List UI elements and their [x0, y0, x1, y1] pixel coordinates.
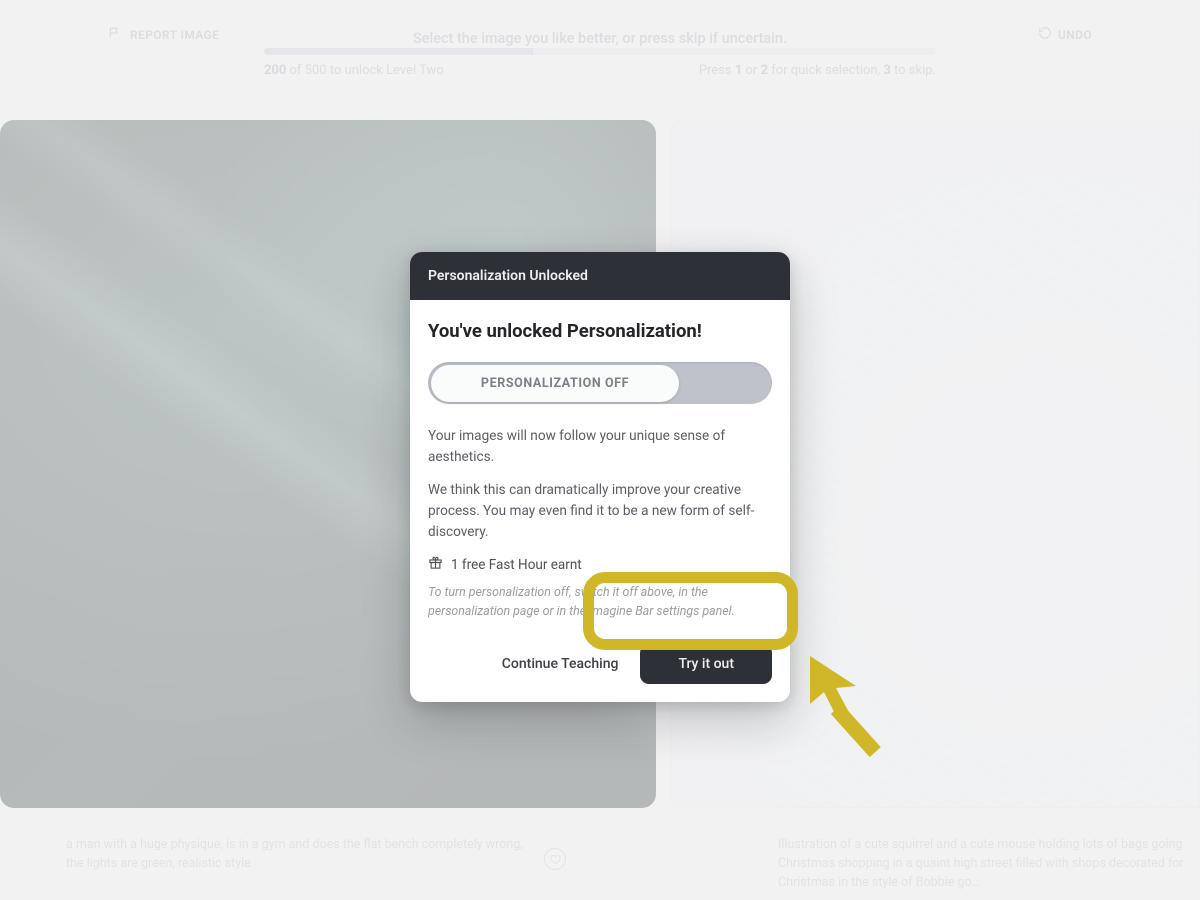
reward-text: 1 free Fast Hour earnt: [451, 557, 582, 573]
modal-heading: Personalization Unlocked: [410, 252, 790, 300]
personalization-toggle[interactable]: PERSONALIZATION OFF: [428, 362, 772, 404]
continue-teaching-button[interactable]: Continue Teaching: [494, 646, 627, 682]
toggle-knob: PERSONALIZATION OFF: [431, 365, 679, 402]
modal-title: You've unlocked Personalization!: [428, 320, 772, 342]
modal-fineprint: To turn personalization off, switch it o…: [428, 584, 772, 621]
modal-body-1: Your images will now follow your unique …: [428, 426, 772, 468]
personalization-modal: Personalization Unlocked You've unlocked…: [410, 252, 790, 702]
toggle-label: PERSONALIZATION OFF: [481, 376, 629, 391]
gift-icon: [428, 555, 443, 574]
modal-body-2: We think this can dramatically improve y…: [428, 480, 772, 543]
try-it-out-button[interactable]: Try it out: [640, 644, 772, 684]
reward-line: 1 free Fast Hour earnt: [428, 555, 772, 574]
